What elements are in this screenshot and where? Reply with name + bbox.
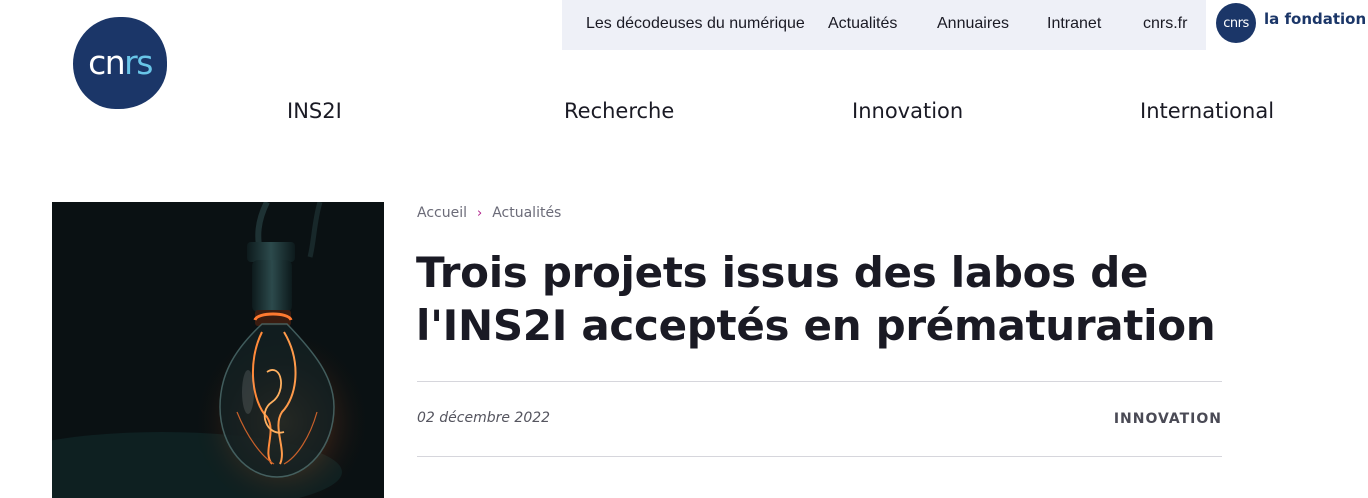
divider <box>417 381 1222 382</box>
breadcrumb-current[interactable]: Actualités <box>492 205 561 221</box>
publication-date: 02 décembre 2022 <box>417 410 551 426</box>
chevron-right-icon: › <box>477 205 483 221</box>
lightbulb-image <box>52 202 384 498</box>
breadcrumb-home[interactable]: Accueil <box>417 205 467 221</box>
topbar-link-decodeuses[interactable]: Les décodeuses du numérique <box>586 15 805 33</box>
topbar-link-cnrs-fr[interactable]: cnrs.fr <box>1143 15 1187 33</box>
nav-item-recherche[interactable]: Recherche <box>564 99 674 123</box>
article-hero-image <box>52 202 384 498</box>
page-title: Trois projets issus des labos de l'INS2I… <box>416 248 1216 350</box>
category-tag[interactable]: INNOVATION <box>1114 411 1222 427</box>
topbar-link-annuaires[interactable]: Annuaires <box>937 15 1009 33</box>
topbar-link-intranet[interactable]: Intranet <box>1047 15 1101 33</box>
fondation-logo: cnrs <box>1216 3 1256 43</box>
cnrs-logo[interactable]: cnrs <box>73 17 167 109</box>
logo-wordmark: cnrs <box>88 43 153 82</box>
divider <box>417 456 1222 457</box>
fondation-label: la fondation <box>1264 10 1367 28</box>
fondation-link[interactable]: cnrs la fondation <box>1206 0 1368 50</box>
breadcrumb: Accueil › Actualités <box>417 205 561 221</box>
nav-item-ins2i[interactable]: INS2I <box>287 99 342 123</box>
topbar-link-actualites[interactable]: Actualités <box>828 15 897 33</box>
nav-item-innovation[interactable]: Innovation <box>852 99 963 123</box>
nav-item-international[interactable]: International <box>1140 99 1274 123</box>
